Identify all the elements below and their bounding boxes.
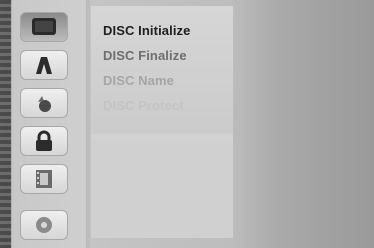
setup-screen: DISC Initialize DISC Finalize DISC Name …	[0, 0, 374, 248]
menu-item-disc-initialize[interactable]: DISC Initialize	[103, 23, 190, 38]
sidebar-item-recording[interactable]	[20, 164, 68, 194]
sidebar-edge-strip	[0, 0, 11, 248]
sidebar-item-lock[interactable]	[20, 126, 68, 156]
menu-empty-area	[91, 140, 233, 238]
sidebar-item-audio[interactable]	[20, 88, 68, 118]
display-icon	[32, 18, 56, 35]
lock-icon	[36, 130, 52, 151]
disc-menu-panel: DISC Initialize DISC Finalize DISC Name …	[91, 6, 233, 238]
menu-item-disc-finalize[interactable]: DISC Finalize	[103, 48, 187, 63]
category-sidebar	[0, 0, 86, 248]
disc-icon	[36, 217, 52, 233]
sidebar-item-language[interactable]	[20, 50, 68, 80]
sidebar-divider	[86, 0, 90, 248]
menu-item-disc-name[interactable]: DISC Name	[103, 73, 174, 88]
audio-icon	[38, 96, 51, 112]
language-icon	[36, 57, 52, 74]
menu-item-disc-protect: DISC Protect	[103, 98, 184, 113]
sidebar-item-display[interactable]	[20, 12, 68, 42]
sidebar-item-disc[interactable]	[20, 210, 68, 240]
recording-icon	[36, 170, 52, 188]
